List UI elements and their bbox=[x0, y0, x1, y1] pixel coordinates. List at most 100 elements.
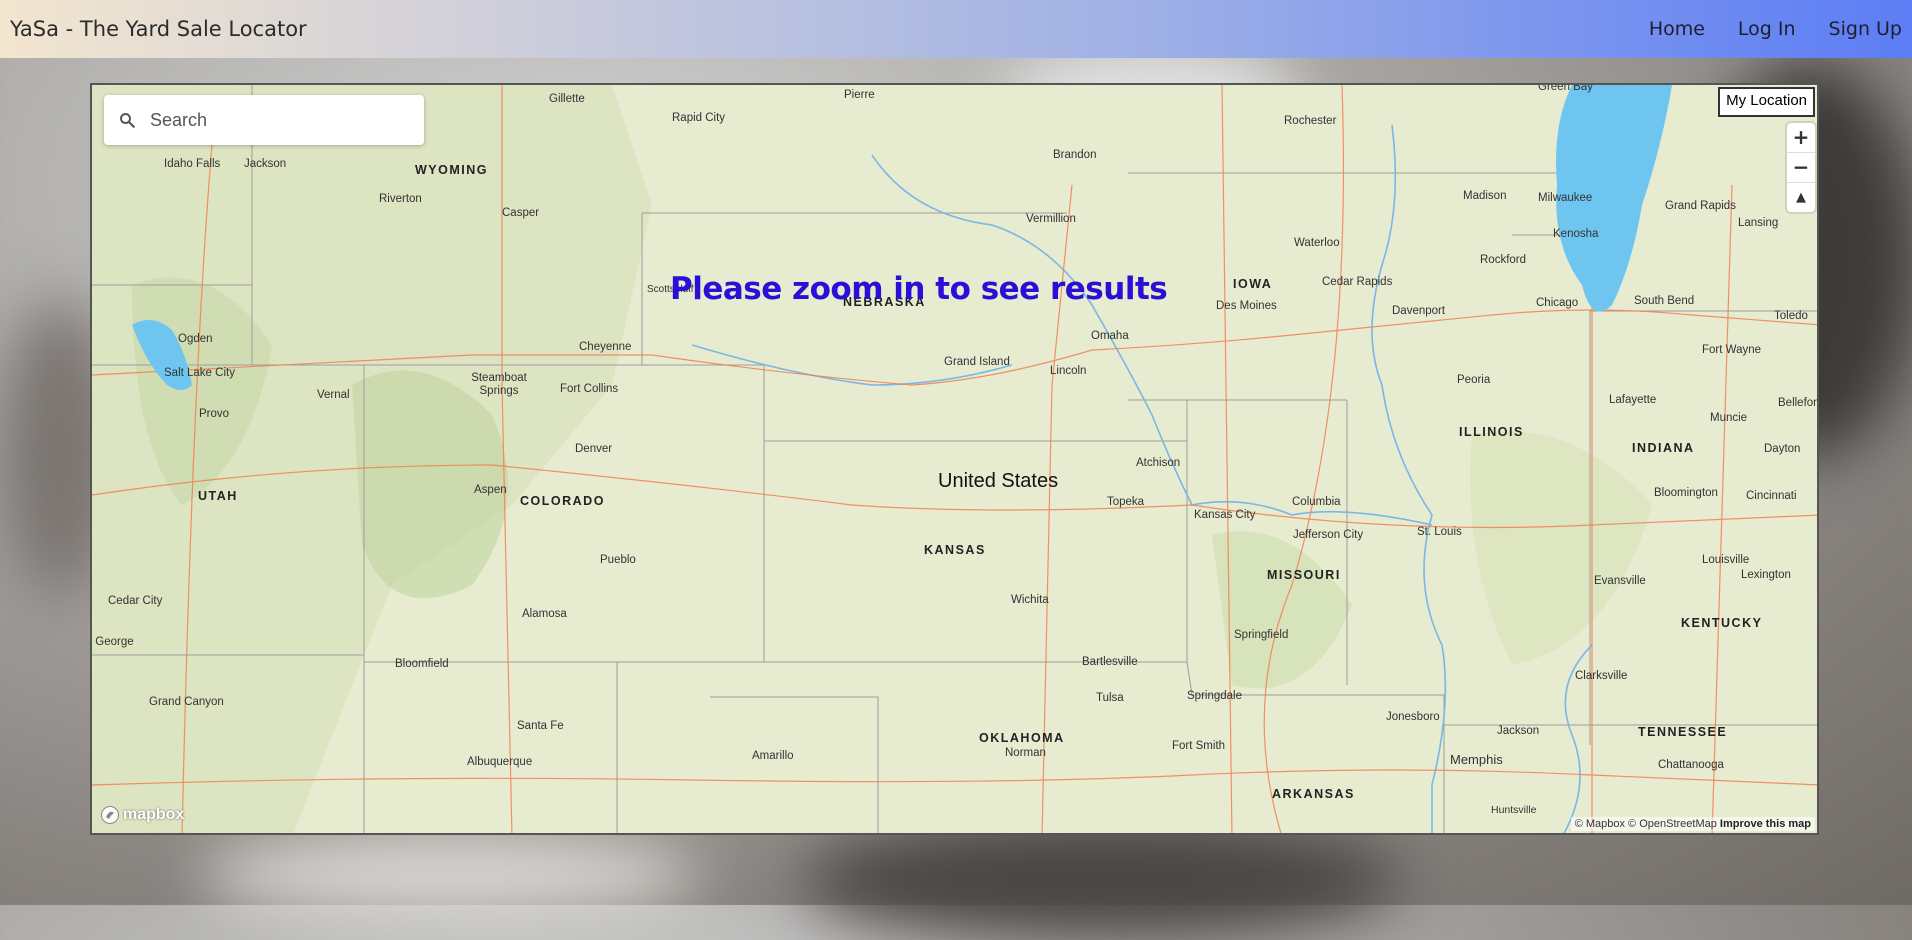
city-label: Wichita bbox=[1011, 594, 1049, 606]
city-label: Evansville bbox=[1594, 575, 1646, 587]
city-label: Provo bbox=[199, 408, 230, 420]
search-icon bbox=[120, 113, 135, 128]
city-label: Bartlesville bbox=[1082, 656, 1138, 668]
city-label: Bloomington bbox=[1654, 487, 1718, 499]
city-label: Kenosha bbox=[1553, 228, 1599, 240]
state-label: KANSAS bbox=[924, 543, 986, 557]
city-label: Fort Smith bbox=[1172, 740, 1226, 752]
state-label: ILLINOIS bbox=[1459, 425, 1524, 439]
city-label: Milwaukee bbox=[1538, 192, 1593, 204]
city-label: Topeka bbox=[1107, 496, 1145, 508]
city-label: Vernal bbox=[317, 389, 350, 401]
state-label: WYOMING bbox=[415, 163, 488, 177]
city-label: Santa Fe bbox=[517, 720, 564, 732]
city-label: Bellefontaine bbox=[1778, 397, 1819, 409]
city-label: Casper bbox=[502, 207, 540, 219]
attribution-text[interactable]: © Mapbox © OpenStreetMap bbox=[1575, 818, 1717, 830]
my-location-button[interactable]: My Location bbox=[1718, 87, 1815, 117]
navbar: YaSa - The Yard Sale Locator Home Log In… bbox=[0, 0, 1912, 58]
city-label: Lexington bbox=[1741, 569, 1791, 581]
zoom-controls: + − ▲ bbox=[1787, 123, 1815, 212]
city-label: South Bend bbox=[1634, 295, 1695, 307]
mapbox-logo-icon bbox=[101, 806, 119, 824]
search-box[interactable] bbox=[104, 95, 424, 145]
city-label: Lincoln bbox=[1050, 365, 1087, 377]
state-label: INDIANA bbox=[1632, 441, 1695, 455]
city-label: Grand Canyon bbox=[149, 696, 224, 708]
nav-links: Home Log In Sign Up bbox=[1616, 18, 1902, 40]
city-label: Amarillo bbox=[752, 750, 794, 762]
city-label: Ogden bbox=[178, 333, 213, 345]
nav-login-link[interactable]: Log In bbox=[1738, 18, 1796, 40]
city-label: Riverton bbox=[379, 193, 422, 205]
city-label: Huntsville bbox=[1491, 804, 1537, 816]
state-label: COLORADO bbox=[520, 494, 605, 508]
city-label: Lafayette bbox=[1609, 394, 1657, 406]
city-label: Jackson bbox=[244, 158, 287, 170]
zoom-out-button[interactable]: − bbox=[1787, 153, 1815, 183]
city-label: Waterloo bbox=[1294, 237, 1340, 249]
mapbox-logo-text: mapbox bbox=[123, 806, 185, 823]
city-label: St. Louis bbox=[1417, 526, 1462, 538]
map-canvas[interactable]: WYOMING NEBRASKA IOWA UTAH COLORADO KANS… bbox=[90, 83, 1819, 835]
improve-map-link[interactable]: Improve this map bbox=[1720, 818, 1811, 830]
nav-signup-link[interactable]: Sign Up bbox=[1829, 18, 1902, 40]
city-label: Atchison bbox=[1136, 457, 1181, 469]
city-label: Madison bbox=[1463, 190, 1507, 202]
city-label: Dayton bbox=[1764, 443, 1801, 455]
city-label: Fort Wayne bbox=[1702, 344, 1762, 356]
city-label: Salt Lake City bbox=[164, 367, 235, 379]
city-label: Tulsa bbox=[1096, 692, 1124, 704]
state-label: OKLAHOMA bbox=[979, 731, 1065, 745]
city-label: Springdale bbox=[1187, 690, 1242, 702]
nav-home-link[interactable]: Home bbox=[1649, 18, 1705, 40]
city-label: Rochester bbox=[1284, 115, 1337, 127]
city-label: Des Moines bbox=[1216, 300, 1277, 312]
city-label: Norman bbox=[1005, 747, 1046, 759]
city-label: Gillette bbox=[549, 93, 585, 105]
rivers bbox=[691, 124, 1593, 833]
city-label: Memphis bbox=[1450, 752, 1503, 767]
city-label: Rapid City bbox=[672, 112, 726, 124]
city-label: Chicago bbox=[1536, 297, 1579, 309]
mapbox-logo[interactable]: mapbox bbox=[100, 805, 184, 825]
city-label: Peoria bbox=[1457, 374, 1491, 386]
compass-reset-button[interactable]: ▲ bbox=[1787, 183, 1815, 212]
city-label: Bloomfield bbox=[395, 658, 449, 670]
city-label: Cedar Rapids bbox=[1322, 276, 1393, 288]
city-label: Jefferson City bbox=[1293, 529, 1364, 541]
city-label: Grand Island bbox=[944, 356, 1010, 368]
city-label: Springfield bbox=[1234, 629, 1289, 641]
zoom-in-button[interactable]: + bbox=[1787, 123, 1815, 153]
city-label: St. George bbox=[92, 636, 134, 648]
country-label: United States bbox=[938, 470, 1059, 492]
city-label: Idaho Falls bbox=[164, 158, 221, 170]
city-label: Denver bbox=[575, 443, 613, 455]
city-label: Vermillion bbox=[1026, 213, 1076, 225]
city-label: Albuquerque bbox=[467, 756, 533, 768]
city-label: Muncie bbox=[1710, 412, 1748, 424]
zoom-message: Please zoom in to see results bbox=[670, 271, 1168, 307]
state-label: IOWA bbox=[1233, 277, 1273, 291]
city-label: Cincinnati bbox=[1746, 490, 1797, 502]
city-label: Grand Rapids bbox=[1665, 200, 1736, 212]
state-label: MISSOURI bbox=[1267, 568, 1341, 582]
city-label: Lansing bbox=[1738, 217, 1779, 229]
state-label: ARKANSAS bbox=[1272, 787, 1355, 801]
city-label: Columbia bbox=[1292, 496, 1341, 508]
city-label: Alamosa bbox=[522, 608, 567, 620]
brand-title[interactable]: YaSa - The Yard Sale Locator bbox=[10, 17, 307, 41]
city-label: Omaha bbox=[1091, 330, 1129, 342]
city-label: Green Bay bbox=[1538, 83, 1593, 93]
city-label: Toledo bbox=[1774, 310, 1808, 322]
search-input[interactable] bbox=[148, 108, 402, 132]
map-attribution: © Mapbox © OpenStreetMap Improve this ma… bbox=[1570, 817, 1815, 831]
city-label: Davenport bbox=[1392, 305, 1446, 317]
city-label: Louisville bbox=[1702, 554, 1750, 566]
city-label: Rockford bbox=[1480, 254, 1527, 266]
city-label: Pierre bbox=[844, 89, 875, 101]
state-label: KENTUCKY bbox=[1681, 616, 1763, 630]
city-label: Cheyenne bbox=[579, 341, 632, 353]
city-label: Fort Collins bbox=[560, 383, 619, 395]
city-label: Aspen bbox=[474, 484, 507, 496]
